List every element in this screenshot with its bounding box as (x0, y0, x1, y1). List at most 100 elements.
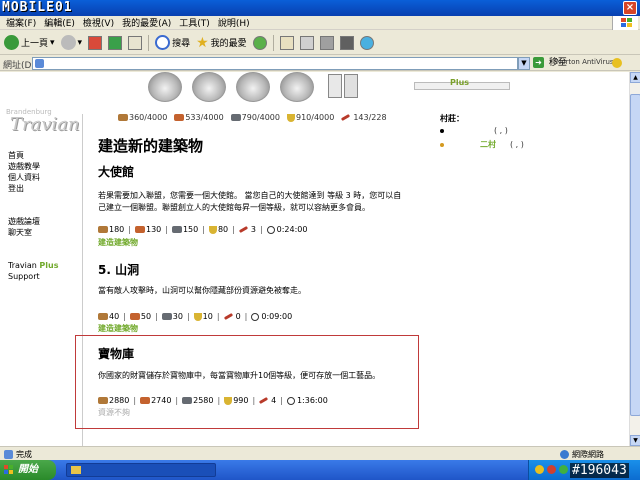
crop-cost: 10 (202, 312, 213, 321)
norton-icon[interactable] (612, 58, 622, 68)
go-arrow-icon: ➜ (533, 57, 544, 68)
norton-antivirus-label[interactable]: Norton AntiVirus (556, 58, 614, 66)
crop-amount: 910/4000 (295, 113, 335, 122)
build-button[interactable]: 建造建築物 (98, 323, 138, 334)
close-button[interactable]: × (623, 1, 637, 15)
address-dropdown-button[interactable]: ▼ (518, 57, 530, 70)
clock-icon (286, 396, 295, 405)
village-item[interactable]: ( , ) (440, 126, 508, 135)
tray-network-icon[interactable] (559, 465, 568, 474)
refresh-icon[interactable] (108, 35, 123, 50)
history-icon[interactable] (252, 35, 267, 50)
start-button[interactable]: 開始 (0, 460, 56, 480)
menu-file[interactable]: 檔案(F) (6, 16, 36, 29)
nav-support-link[interactable]: Support (8, 271, 80, 282)
crop-icon (193, 312, 202, 321)
menu-edit[interactable]: 編輯(E) (44, 16, 75, 29)
scroll-down-button[interactable]: ▼ (630, 435, 640, 446)
page-icon (4, 450, 13, 459)
building-description: 你國家的財寶儲存於寶物庫中，每當寶物庫升10個等級，便可存放一個工藝品。 (98, 370, 416, 382)
menu-bar: 檔案(F) 編輯(E) 檢視(V) 我的最愛(A) 工具(T) 說明(H) (0, 16, 640, 30)
menu-favorites[interactable]: 我的最愛(A) (122, 16, 171, 29)
iron-icon (171, 226, 182, 233)
scroll-up-button[interactable]: ▲ (630, 72, 640, 83)
wood-icon (118, 114, 128, 121)
upkeep-amount: 143/228 (353, 113, 387, 122)
wood-cost: 180 (109, 225, 125, 234)
nav-tutorial-link[interactable]: 遊戲教學 (8, 161, 80, 172)
upkeep-icon (223, 312, 233, 321)
nav-reports-icon[interactable] (328, 74, 342, 98)
search-label: 搜尋 (172, 39, 191, 49)
status-done: 完成 (4, 449, 32, 460)
iron-cost: 30 (172, 312, 183, 321)
nav-travian-plus-link[interactable]: Travian Plus (8, 260, 80, 271)
nav-statistics[interactable] (280, 72, 314, 102)
messenger-icon[interactable] (359, 35, 374, 50)
toolbar-divider (272, 34, 274, 51)
menu-tools[interactable]: 工具(T) (179, 16, 210, 29)
building-description: 若果需要加入聯盟，您需要一個大使館。 當您自己的大使館達到 等級 3 時，您可以… (98, 190, 416, 214)
scroll-thumb[interactable] (630, 94, 640, 416)
back-button[interactable]: 上一頁 ▾ (4, 35, 55, 50)
tray-shield-icon[interactable] (535, 465, 544, 474)
page-content: Plus Brandenburg Travian 首頁 遊戲教學 個人資料 登出… (0, 72, 629, 446)
build-button[interactable]: 建造建築物 (98, 237, 138, 248)
village-coordinates: ( , ) (510, 140, 524, 149)
plus-link[interactable]: Plus (450, 78, 469, 87)
menu-help[interactable]: 說明(H) (218, 16, 250, 29)
chevron-down-icon: ▾ (50, 37, 55, 48)
nav-village-overview[interactable] (148, 72, 182, 102)
nav-map[interactable] (236, 72, 270, 102)
tray-security-icon[interactable] (547, 465, 556, 474)
edit-icon[interactable] (319, 35, 334, 50)
iron-cost: 2580 (193, 396, 214, 405)
nav-forum-link[interactable]: 遊戲論壇 (8, 216, 80, 227)
taskbar-window-button[interactable] (66, 463, 216, 477)
wood-icon (98, 313, 108, 320)
image-watermark: #196043 (570, 463, 629, 478)
village-coordinates: ( , ) (494, 126, 508, 135)
mail-icon[interactable] (279, 35, 294, 50)
vertical-scrollbar[interactable]: ▲ ▼ (629, 72, 640, 446)
travian-logo[interactable]: Brandenburg Travian (4, 106, 80, 140)
nav-home-link[interactable]: 首頁 (8, 150, 80, 161)
page-icon (35, 59, 44, 68)
search-button[interactable]: 搜尋 (155, 35, 190, 50)
windows-flag-icon (4, 465, 14, 475)
status-bar: 完成 網際網路 (0, 446, 640, 460)
building-cost-row: 40 | 50 | 30 | 10 | 0 | 0:09:00 (98, 312, 292, 321)
top-nav (148, 72, 368, 102)
crop-cost: 80 (217, 225, 229, 234)
clay-icon (174, 114, 185, 121)
upkeep-icon (341, 113, 351, 122)
nav-logout-link[interactable]: 登出 (8, 183, 80, 194)
favorites-button[interactable]: ★ 我的最愛 (196, 35, 247, 51)
village-bullet-icon (440, 142, 444, 147)
menu-view[interactable]: 檢視(V) (83, 16, 114, 29)
village-item[interactable]: 二村 ( , ) (440, 139, 524, 150)
windows-logo-icon (612, 16, 638, 30)
tools-icon[interactable] (339, 35, 354, 50)
iron-icon (230, 114, 241, 121)
print-icon[interactable] (299, 35, 314, 50)
nav-chat-link[interactable]: 聊天室 (8, 227, 80, 238)
home-icon[interactable] (128, 35, 143, 50)
build-time: 0:09:00 (261, 312, 293, 321)
forward-button[interactable]: ▾ (60, 35, 82, 50)
zone-text: 網際網路 (572, 450, 604, 459)
toolbar-divider (148, 34, 150, 51)
building-name: 大使館 (98, 165, 135, 179)
nav-village-center[interactable] (192, 72, 226, 102)
address-input[interactable] (32, 57, 518, 70)
page-title: 建造新的建築物 (98, 137, 204, 155)
village-name[interactable]: 二村 (480, 140, 496, 149)
travian-word: Travian (8, 261, 37, 270)
stop-icon[interactable] (88, 35, 103, 50)
nav-profile-link[interactable]: 個人資料 (8, 172, 80, 183)
wood-amount: 360/4000 (129, 113, 168, 122)
wood-cost: 40 (109, 312, 120, 321)
description-line: 你國家的財寶儲存於寶物庫中，每當寶物庫升10個等級，便可存放一個工藝品。 (98, 371, 381, 380)
nav-messages-icon[interactable] (344, 74, 358, 98)
